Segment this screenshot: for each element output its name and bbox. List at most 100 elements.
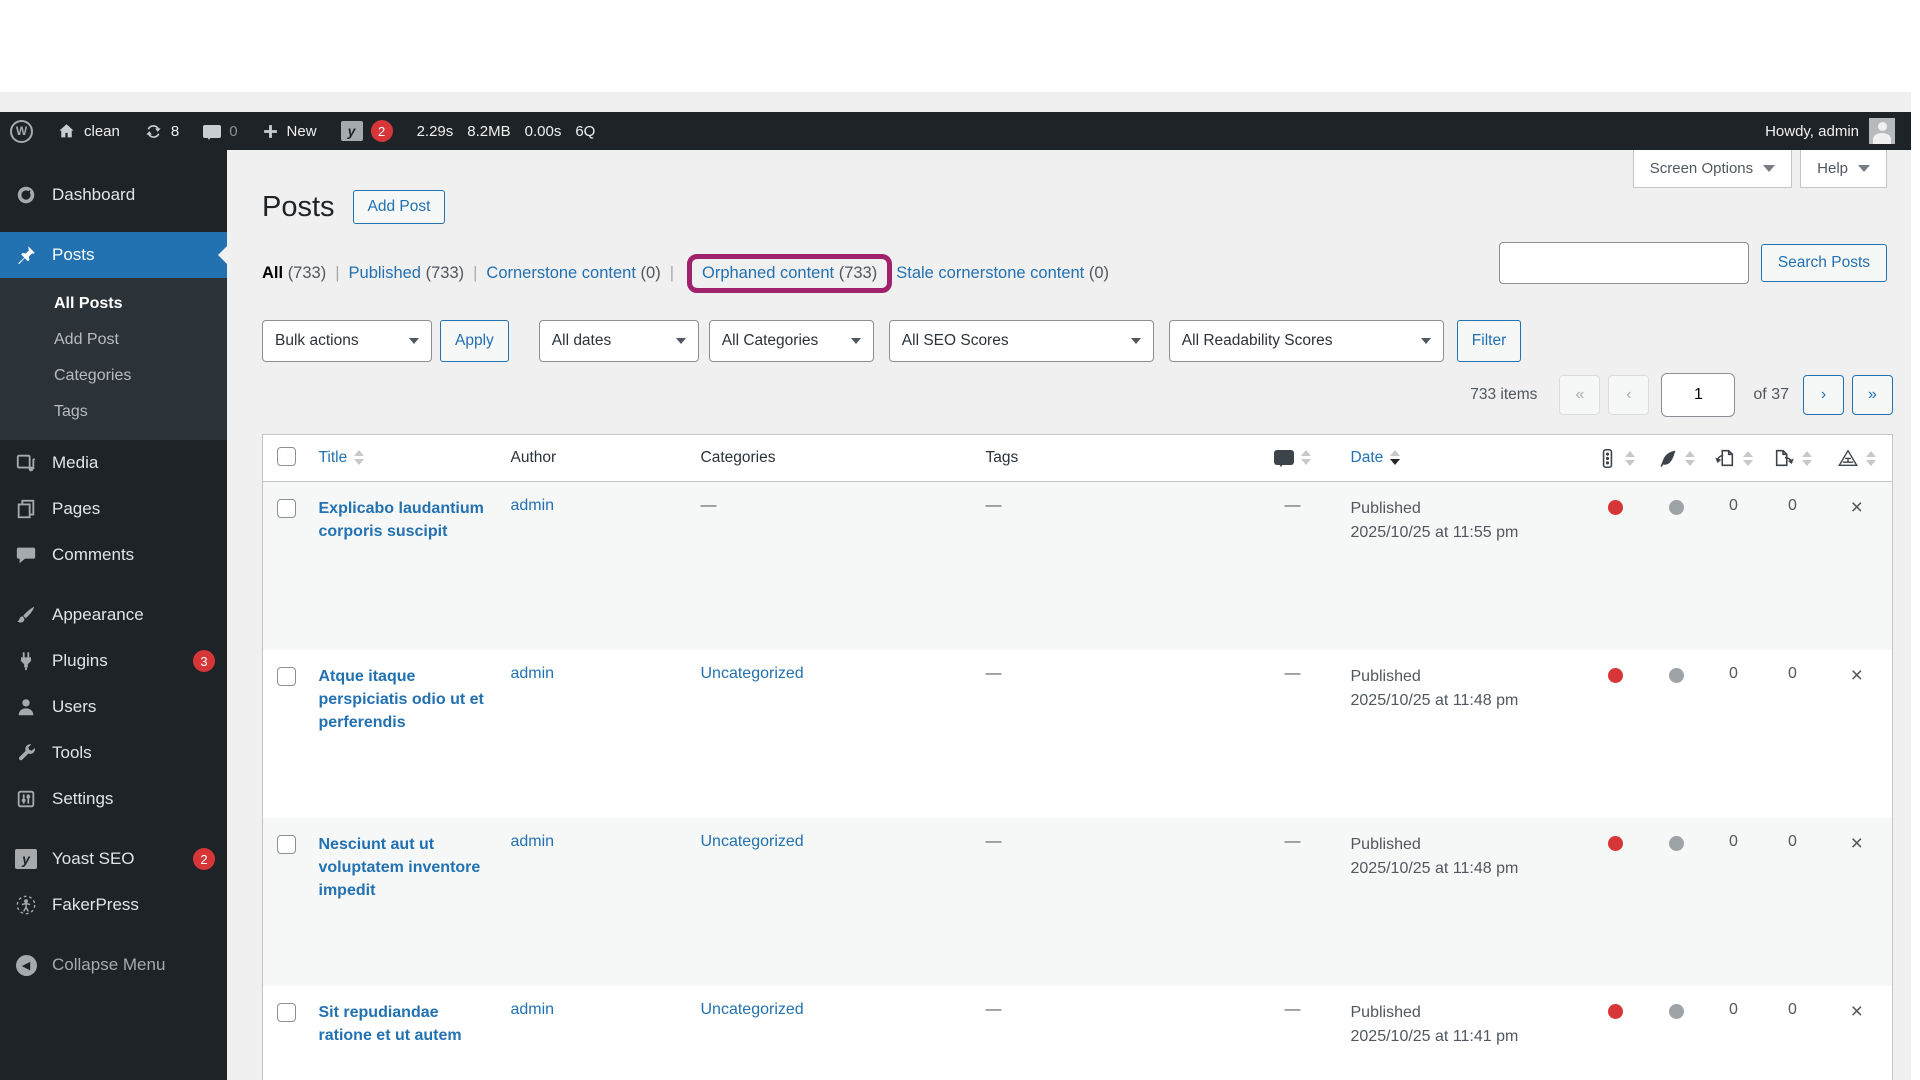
category-link[interactable]: Uncategorized — [701, 665, 804, 682]
qm-dbtime: 0.00s — [524, 122, 562, 140]
submenu-item-add-post[interactable]: Add Post — [0, 322, 227, 358]
outgoing-links-count: 0 — [1788, 497, 1797, 514]
sidebar-item-tools[interactable]: Tools — [0, 730, 227, 776]
tags-cell: — — [985, 832, 1002, 850]
column-header-author: Author — [502, 434, 693, 482]
collapse-menu-button[interactable]: ◀ Collapse Menu — [0, 942, 227, 988]
column-header-cornerstone[interactable] — [1821, 434, 1893, 482]
screen-options-tab[interactable]: Screen Options — [1632, 150, 1793, 188]
all-dates-select[interactable]: All dates — [538, 320, 699, 362]
not-cornerstone-icon: × — [1850, 663, 1863, 687]
column-header-incoming-links[interactable] — [1703, 434, 1764, 482]
bulk-actions-select[interactable]: Bulk actions — [262, 320, 432, 362]
author-link[interactable]: admin — [511, 833, 555, 850]
query-monitor-stats[interactable]: 2.29s 8.2MB 0.00s 6Q — [417, 123, 596, 140]
sidebar-item-pages[interactable]: Pages — [0, 486, 227, 532]
view-published[interactable]: Published (733) — [349, 264, 465, 283]
column-header-tags: Tags — [977, 434, 1243, 482]
post-row: Explicabo laudantium corporis suscipit a… — [262, 481, 1893, 650]
posts-submenu: All Posts Add Post Categories Tags — [0, 278, 227, 440]
howdy-menu[interactable]: Howdy, admin — [1765, 123, 1859, 140]
column-header-readability[interactable] — [1648, 434, 1704, 482]
view-orphaned-content-highlighted[interactable]: Orphaned content (733) — [687, 253, 893, 293]
comments-icon — [14, 543, 38, 567]
new-content-menu[interactable]: New — [262, 123, 317, 140]
column-header-comments[interactable] — [1242, 434, 1343, 482]
row-checkbox[interactable] — [277, 666, 296, 686]
submenu-item-tags[interactable]: Tags — [0, 394, 227, 430]
add-post-button[interactable]: Add Post — [352, 190, 446, 224]
current-page-input[interactable] — [1661, 373, 1736, 417]
view-all[interactable]: All (733) — [262, 264, 326, 283]
post-title-link[interactable]: Sit repudiandae ratione et ut autem — [319, 1001, 495, 1047]
all-categories-select[interactable]: All Categories — [708, 320, 874, 362]
search-posts-button[interactable]: Search Posts — [1760, 244, 1887, 282]
help-tab[interactable]: Help — [1800, 150, 1887, 188]
not-cornerstone-icon: × — [1850, 999, 1863, 1023]
tags-cell: — — [985, 1000, 1002, 1018]
sidebar-item-comments[interactable]: Comments — [0, 532, 227, 578]
comments-cell: — — [1284, 832, 1301, 850]
updates-menu[interactable]: 8 — [144, 122, 179, 141]
wordpress-logo-menu[interactable]: W — [10, 119, 33, 143]
sidebar-item-appearance[interactable]: Appearance — [0, 592, 227, 638]
post-title-link[interactable]: Nesciunt aut ut voluptatem inventore imp… — [319, 833, 495, 903]
sidebar-item-users[interactable]: Users — [0, 684, 227, 730]
select-all-checkbox[interactable] — [277, 447, 296, 466]
sort-arrows-icon — [1301, 450, 1311, 466]
author-link[interactable]: admin — [511, 1001, 555, 1018]
last-page-button[interactable]: » — [1852, 375, 1893, 415]
view-cornerstone-content[interactable]: Cornerstone content (0) — [486, 264, 660, 283]
sidebar-item-posts[interactable]: Posts — [0, 232, 227, 278]
readability-na-icon — [1668, 1003, 1684, 1019]
all-seo-scores-select[interactable]: All SEO Scores — [888, 320, 1154, 362]
post-title-link[interactable]: Explicabo laudantium corporis suscipit — [319, 497, 495, 543]
users-icon — [14, 695, 38, 719]
site-name-menu[interactable]: clean — [57, 122, 120, 140]
submenu-item-categories[interactable]: Categories — [0, 358, 227, 394]
all-readability-scores-select[interactable]: All Readability Scores — [1168, 320, 1444, 362]
filter-button[interactable]: Filter — [1456, 320, 1522, 362]
category-link[interactable]: Uncategorized — [701, 833, 804, 850]
sidebar-item-settings[interactable]: Settings — [0, 776, 227, 822]
admin-bar: W clean 8 0 New y 2 2.29s 8.2MB 0.00s 6Q… — [0, 112, 1911, 150]
apply-button[interactable]: Apply — [440, 320, 509, 362]
row-checkbox[interactable] — [277, 1002, 296, 1022]
column-header-date[interactable]: Date — [1342, 434, 1583, 482]
column-header-seo-score[interactable] — [1582, 434, 1649, 482]
comments-menu[interactable]: 0 — [203, 123, 238, 140]
sidebar-item-plugins[interactable]: Plugins 3 — [0, 638, 227, 684]
sidebar-item-fakerpress[interactable]: FakerPress — [0, 882, 227, 928]
plugins-icon — [14, 649, 38, 673]
outgoing-links-icon — [1775, 449, 1794, 467]
next-page-button[interactable]: › — [1803, 375, 1844, 415]
qm-time: 2.29s — [416, 122, 454, 140]
search-input[interactable] — [1498, 242, 1749, 284]
sort-arrows-icon — [354, 450, 365, 466]
user-avatar[interactable] — [1869, 118, 1895, 144]
post-title-link[interactable]: Atque itaque perspiciatis odio ut et per… — [319, 665, 495, 735]
sidebar-item-yoast-seo[interactable]: y Yoast SEO 2 — [0, 836, 227, 882]
first-page-button[interactable]: « — [1559, 375, 1601, 415]
column-header-title[interactable]: Title — [310, 434, 503, 482]
previous-page-button[interactable]: ‹ — [1608, 375, 1650, 415]
wordpress-logo-icon: W — [10, 119, 33, 143]
yoast-admin-bar-menu[interactable]: y 2 — [340, 120, 393, 142]
not-cornerstone-icon: × — [1850, 496, 1863, 519]
sidebar-item-media[interactable]: Media — [0, 440, 227, 486]
items-count: 733 items — [1470, 386, 1538, 403]
view-stale-cornerstone-content[interactable]: Stale cornerstone content (0) — [896, 264, 1109, 283]
author-link[interactable]: admin — [511, 497, 555, 514]
submenu-item-all-posts[interactable]: All Posts — [0, 286, 227, 322]
yoast-sidebar-badge: 2 — [193, 848, 215, 870]
column-header-outgoing-links[interactable] — [1763, 434, 1822, 482]
new-label: New — [286, 122, 317, 140]
row-checkbox[interactable] — [277, 834, 296, 854]
incoming-links-count: 0 — [1729, 1000, 1738, 1018]
row-checkbox[interactable] — [277, 499, 296, 518]
sidebar-item-dashboard[interactable]: Dashboard — [0, 172, 227, 218]
post-row: Atque itaque perspiciatis odio ut et per… — [263, 650, 1893, 818]
author-link[interactable]: admin — [511, 665, 555, 682]
category-link[interactable]: Uncategorized — [701, 1001, 804, 1018]
list-table-controls: Bulk actions Apply All dates All Categor… — [262, 320, 1893, 362]
